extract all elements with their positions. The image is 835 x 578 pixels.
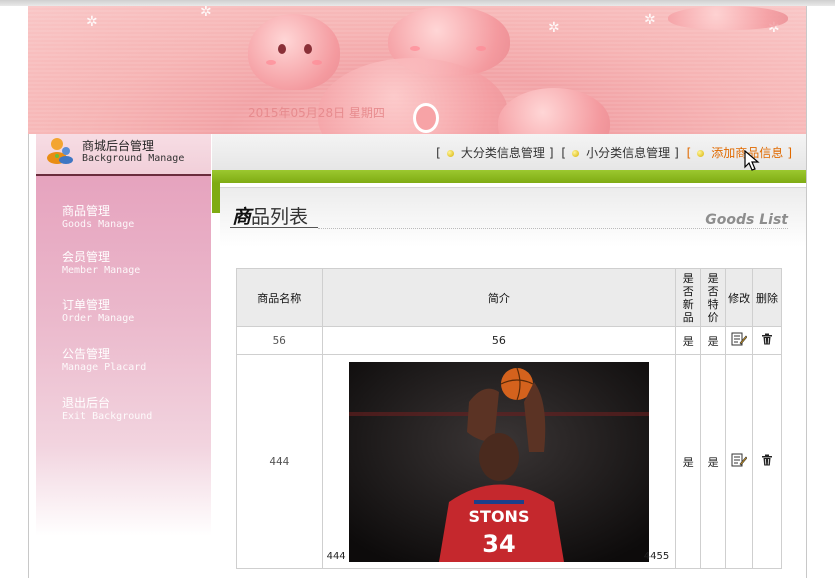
cell-is-special: 是	[700, 354, 727, 569]
col-header-edit: 修改	[725, 268, 754, 327]
product-image: STONS 34	[348, 361, 649, 562]
content-edge-accent	[212, 183, 220, 213]
col-header-delete: 删除	[752, 268, 782, 327]
edit-pencil-icon	[731, 453, 748, 467]
sparkle-icon: ✲	[644, 12, 656, 28]
mascot-blob-left	[248, 14, 340, 90]
svg-text:34: 34	[482, 530, 515, 558]
page-title-en: Goods List	[705, 212, 788, 228]
nav-link-category-major[interactable]: 大分类信息管理	[461, 146, 545, 160]
bullet-dot-icon	[446, 150, 454, 157]
top-navigation: [大分类信息管理] [小分类信息管理] [添加商品信息]	[212, 134, 806, 170]
cell-desc: STONS 34 444 4455	[321, 354, 677, 569]
table-row: 444 STONS 34 444 4455 是 是	[236, 354, 782, 569]
top-nav-links: [大分类信息管理] [小分类信息管理] [添加商品信息]	[436, 146, 792, 160]
delete-button[interactable]	[752, 354, 782, 569]
cell-desc: 56	[321, 326, 677, 355]
mouse-cursor-icon	[744, 150, 760, 171]
table-header-row: 商品名称 简介 是否新品 是否特价 修改 删除	[236, 268, 782, 327]
desc-text-start: 444	[326, 551, 346, 562]
admin-users-icon	[47, 138, 73, 164]
table-row: 56 56 是 是	[236, 326, 782, 355]
goods-table: 商品名称 简介 是否新品 是否特价 修改 删除 56 56 是 是 444 ST…	[236, 268, 782, 569]
admin-logo: 商城后台管理 Background Manage	[36, 134, 211, 176]
basketball-player-photo: STONS 34	[348, 361, 649, 562]
mascot-blob-top	[668, 6, 788, 30]
delete-button[interactable]	[752, 326, 782, 355]
sparkle-icon: ✲	[548, 20, 560, 36]
col-header-name: 商品名称	[236, 268, 323, 327]
green-accent-bar	[212, 170, 806, 183]
edit-button[interactable]	[725, 354, 754, 569]
nav-link-category-minor[interactable]: 小分类信息管理	[586, 146, 670, 160]
logo-title-cn: 商城后台管理	[82, 139, 155, 153]
trash-icon	[762, 333, 773, 345]
col-header-is-special: 是否特价	[700, 268, 727, 327]
sidebar: 商品管理 Goods Manage 会员管理 Member Manage 订单管…	[36, 176, 211, 536]
sidebar-item-placard[interactable]: 公告管理 Manage Placard	[62, 345, 146, 373]
cell-is-new: 是	[675, 354, 702, 569]
logo-title-en: Background Manage	[82, 153, 185, 164]
edit-button[interactable]	[725, 326, 754, 355]
bullet-dot-icon	[572, 150, 580, 157]
bubble-icon	[413, 103, 439, 133]
banner-date: 2015年05月28日 星期四	[248, 106, 385, 120]
col-header-is-new: 是否新品	[675, 268, 702, 327]
sparkle-icon: ✲	[200, 6, 212, 20]
sparkle-icon: ✲	[86, 14, 98, 30]
cell-is-special: 是	[700, 326, 727, 355]
cell-name: 56	[236, 326, 323, 355]
bullet-dot-icon	[697, 150, 705, 157]
header-banner: ✲ ✲ ✲ ✲ ✲	[28, 6, 806, 134]
page-title-bar: 商品列表 Goods List	[220, 187, 806, 247]
cell-name: 444	[236, 354, 323, 569]
sidebar-item-exit[interactable]: 退出后台 Exit Background	[62, 394, 152, 422]
svg-text:STONS: STONS	[468, 507, 529, 526]
col-header-desc: 简介	[321, 268, 677, 327]
sidebar-item-members[interactable]: 会员管理 Member Manage	[62, 248, 140, 276]
page-title: 商品列表	[232, 206, 309, 228]
desc-text-end: 4455	[643, 551, 670, 562]
edit-pencil-icon	[731, 332, 748, 346]
sidebar-item-goods[interactable]: 商品管理 Goods Manage	[62, 202, 134, 230]
trash-icon	[762, 454, 773, 466]
cell-is-new: 是	[675, 326, 702, 355]
sidebar-item-orders[interactable]: 订单管理 Order Manage	[62, 296, 134, 324]
